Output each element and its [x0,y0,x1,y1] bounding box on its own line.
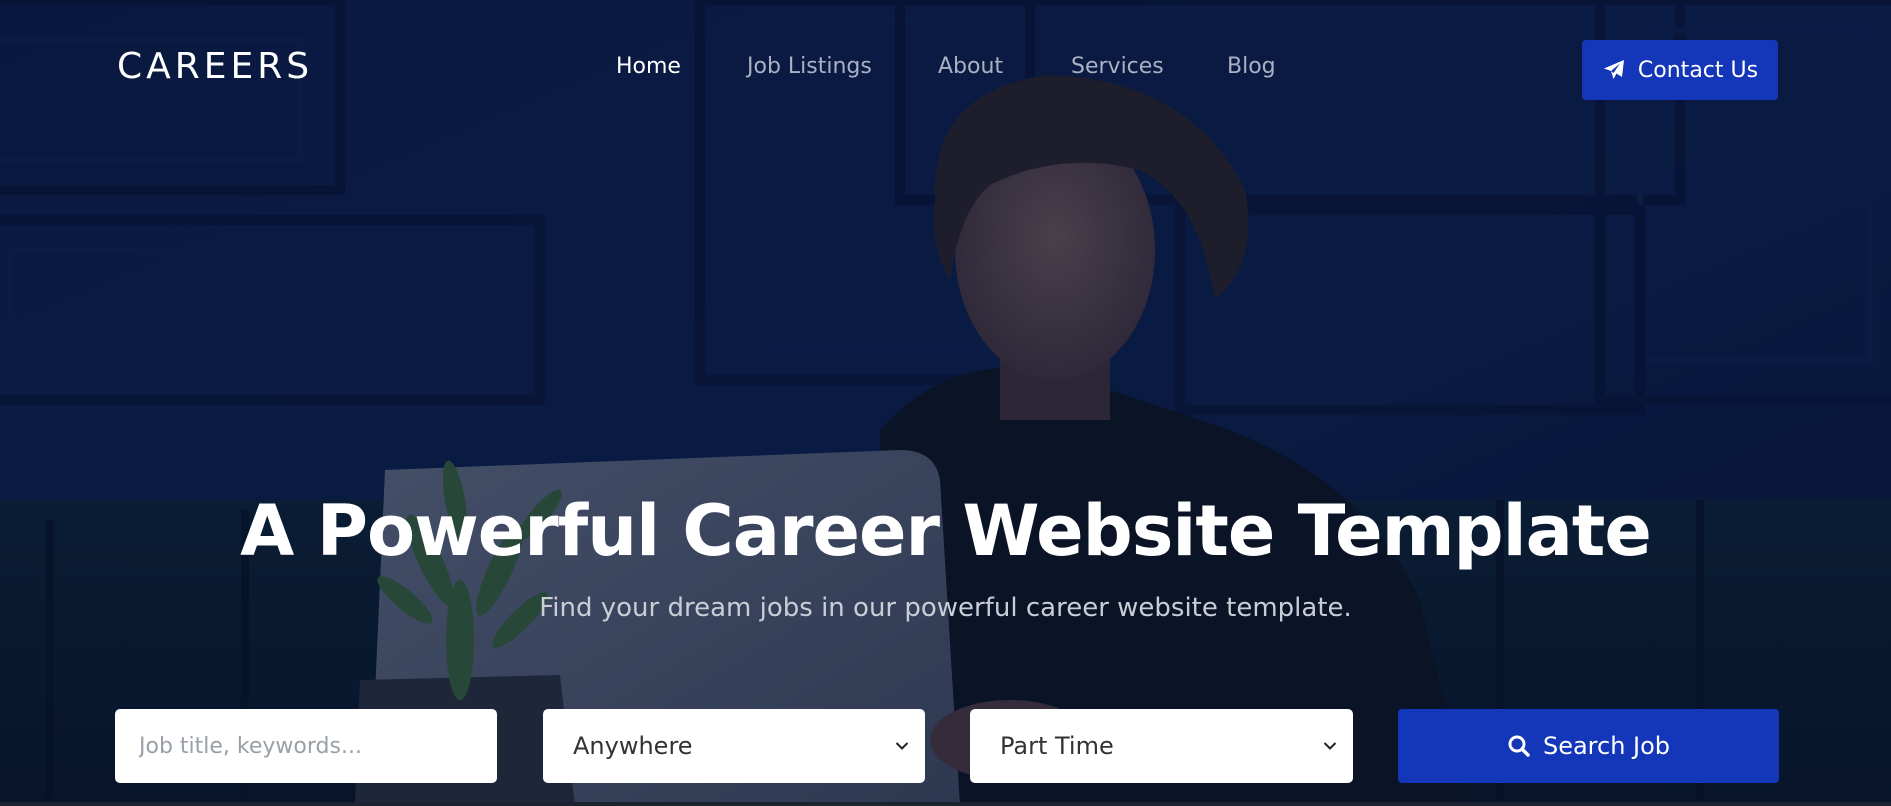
keywords-input[interactable] [115,709,497,783]
hero-title: A Powerful Career Website Template [240,490,1652,572]
contact-us-button[interactable]: Contact Us [1582,40,1778,100]
job-type-select[interactable]: Part Time [970,709,1353,783]
search-job-label: Search Job [1542,732,1671,760]
location-select-value: Anywhere [573,732,693,760]
chevron-down-icon [895,741,909,751]
nav-item-home[interactable]: Home [616,54,681,79]
paper-plane-icon [1602,58,1626,82]
hero-section: CAREERS Home Job Listings About Services… [0,0,1891,806]
location-select[interactable]: Anywhere [543,709,925,783]
nav-item-job-listings[interactable]: Job Listings [747,54,872,79]
search-job-button[interactable]: Search Job [1398,709,1779,783]
search-icon [1507,734,1531,758]
keywords-field [115,709,497,783]
page-divider [0,802,1891,806]
nav-item-blog[interactable]: Blog [1227,54,1276,79]
nav-item-services[interactable]: Services [1071,54,1164,79]
nav-item-about[interactable]: About [938,54,1003,79]
job-type-select-value: Part Time [1000,732,1114,760]
chevron-down-icon [1323,741,1337,751]
site-logo[interactable]: CAREERS [117,46,313,87]
hero-subtitle: Find your dream jobs in our powerful car… [539,593,1352,623]
contact-us-label: Contact Us [1637,57,1759,83]
hero-background-image [0,0,1891,806]
